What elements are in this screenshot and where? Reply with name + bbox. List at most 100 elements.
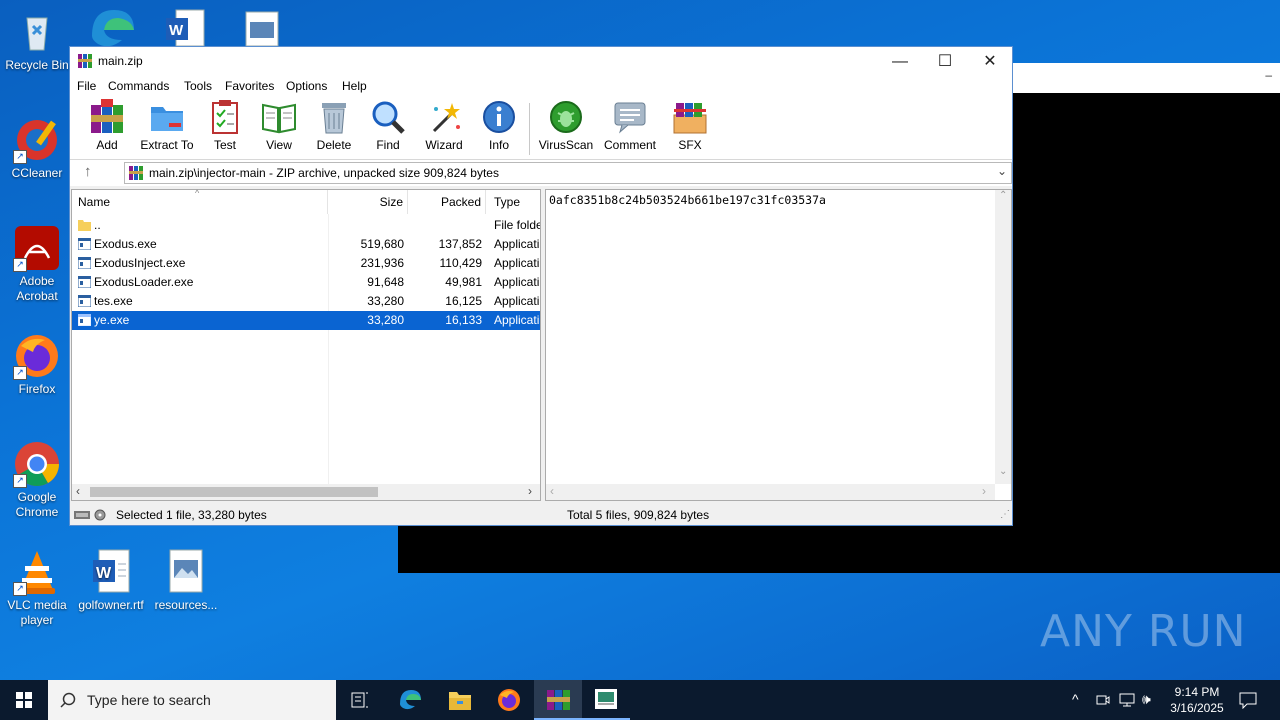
file-row-parent[interactable]: .. File folde (72, 216, 540, 235)
column-packed[interactable]: Packed (408, 190, 486, 214)
add-button[interactable]: Add (84, 99, 130, 152)
find-button[interactable]: Find (368, 99, 408, 152)
comment-button[interactable]: Comment (600, 99, 660, 152)
menu-help[interactable]: Help (342, 79, 367, 93)
desktop-icon-golfowner[interactable]: W golfowner.rtf (75, 548, 147, 613)
delete-icon (316, 99, 352, 135)
task-view-icon (351, 692, 368, 708)
file-type: Applicati (494, 294, 540, 308)
test-button[interactable]: Test (204, 99, 246, 152)
minimize-icon[interactable]: – (1265, 68, 1272, 82)
scrollbar-thumb[interactable] (90, 487, 378, 497)
column-type[interactable]: Type (486, 190, 540, 214)
edge-icon (400, 690, 421, 710)
minimize-button[interactable]: — (877, 47, 923, 77)
desktop-icon-google-chrome[interactable]: ↗ Google Chrome (1, 440, 73, 520)
search-icon (60, 692, 76, 708)
edge-taskbar-button[interactable] (386, 680, 434, 720)
google-chrome-icon: ↗ (13, 440, 61, 488)
file-row[interactable]: ExodusLoader.exe 91,648 49,981 Applicati (72, 273, 540, 292)
title-bar[interactable]: main.zip — ☐ ✕ (70, 47, 1012, 77)
path-combobox[interactable]: main.zip\injector-main - ZIP archive, un… (124, 162, 1012, 184)
ccleaner-icon: ↗ (13, 116, 61, 164)
file-row[interactable]: Exodus.exe 519,680 137,852 Applicati (72, 235, 540, 254)
taskbar-search-box[interactable]: Type here to search (48, 680, 336, 720)
column-size[interactable]: Size (328, 190, 408, 214)
file-explorer-taskbar-button[interactable] (436, 680, 484, 720)
comment-label: Comment (603, 138, 656, 152)
wizard-button[interactable]: Wizard (422, 99, 466, 152)
winrar-taskbar-button[interactable] (534, 680, 582, 720)
toolbar: Add Extract To Test View Delete Find Wiz… (70, 97, 1012, 159)
task-view-button[interactable] (336, 680, 384, 720)
file-packed: 137,852 (438, 237, 482, 251)
virusscan-button[interactable]: VirusScan (538, 99, 594, 152)
menu-favorites[interactable]: Favorites (225, 79, 274, 93)
folder-icon (449, 692, 471, 710)
file-row-selected[interactable]: ye.exe 33,280 16,133 Applicati (72, 311, 540, 330)
file-packed: 16,133 (445, 313, 482, 327)
winrar-window[interactable]: main.zip — ☐ ✕ File Commands Tools Favor… (69, 46, 1013, 526)
menu-tools[interactable]: Tools (184, 79, 212, 93)
scroll-up-icon[interactable]: ⌃ (999, 190, 1007, 201)
image-desktop-icon[interactable] (244, 10, 280, 47)
maximize-button[interactable]: ☐ (922, 47, 968, 77)
archive-comment-pane[interactable]: 0afc8351b8c24b503524b661be197c31fc03537a… (545, 189, 1012, 501)
desktop-icon-label: Google Chrome (15, 490, 59, 519)
scroll-left-icon[interactable]: ‹ (550, 484, 554, 498)
word-desktop-icon[interactable]: W (164, 8, 208, 47)
edge-desktop-icon[interactable] (88, 6, 136, 47)
start-button[interactable] (0, 680, 48, 720)
firefox-taskbar-button[interactable] (485, 680, 533, 720)
chevron-down-icon[interactable]: ⌄ (997, 164, 1007, 178)
view-button[interactable]: View (256, 99, 302, 152)
scroll-left-icon[interactable]: ‹ (76, 484, 80, 498)
winrar-icon (547, 690, 570, 710)
status-bar: Selected 1 file, 33,280 bytes Total 5 fi… (70, 505, 1012, 525)
show-hidden-icons-icon[interactable]: ^ (1072, 691, 1079, 707)
close-button[interactable]: ✕ (967, 47, 1013, 77)
extract-to-button[interactable]: Extract To (138, 99, 196, 152)
file-row[interactable]: tes.exe 33,280 16,125 Applicati (72, 292, 540, 311)
up-arrow-icon[interactable]: ↑ (84, 163, 92, 180)
volume-icon[interactable]: 🕪 (1142, 691, 1151, 708)
meet-now-icon[interactable] (1096, 693, 1110, 707)
shortcut-arrow-icon: ↗ (13, 150, 27, 164)
sfx-button[interactable]: SFX (668, 99, 712, 152)
file-name: ExodusLoader.exe (94, 275, 194, 289)
notifications-icon[interactable] (1239, 691, 1257, 709)
scroll-down-icon[interactable]: ⌄ (999, 466, 1007, 477)
resize-grip-icon[interactable]: ⋰ (1000, 509, 1010, 520)
recycle-bin-icon (13, 8, 61, 56)
toolbar-separator (529, 103, 530, 155)
delete-button[interactable]: Delete (312, 99, 356, 152)
archive-icon (129, 166, 143, 180)
column-name[interactable]: Name ^ (72, 188, 328, 214)
file-type: Applicati (494, 256, 540, 270)
menu-commands[interactable]: Commands (108, 79, 169, 93)
file-row[interactable]: ExodusInject.exe 231,936 110,429 Applica… (72, 254, 540, 273)
horizontal-scrollbar[interactable]: ‹ › (72, 484, 540, 500)
menu-file[interactable]: File (77, 79, 96, 93)
archive-path: main.zip\injector-main - ZIP archive, un… (149, 166, 499, 180)
vertical-scrollbar[interactable]: ⌃ ⌄ (995, 190, 1011, 484)
extract-to-icon (149, 99, 185, 135)
file-list[interactable]: Name ^ Size Packed Type .. File folde Ex… (71, 188, 541, 501)
network-icon[interactable] (1119, 693, 1135, 707)
desktop-icon-resources[interactable]: resources... (150, 548, 222, 613)
info-button[interactable]: Info (480, 99, 518, 152)
desktop-icon-firefox[interactable]: ↗ Firefox (1, 332, 73, 397)
scroll-right-icon[interactable]: › (982, 484, 986, 498)
image-viewer-taskbar-button[interactable] (582, 680, 630, 720)
file-type: Applicati (494, 313, 540, 327)
clock[interactable]: 9:14 PM 3/16/2025 (1166, 684, 1228, 716)
scroll-right-icon[interactable]: › (528, 484, 532, 498)
view-label: View (266, 138, 292, 152)
comment-horizontal-scrollbar[interactable]: ‹ › (546, 484, 995, 500)
desktop-icon-ccleaner[interactable]: ↗ CCleaner (1, 116, 73, 181)
desktop-icon-vlc[interactable]: ↗ VLC media player (1, 548, 73, 628)
desktop-icon-adobe-acrobat[interactable]: ↗ Adobe Acrobat (1, 224, 73, 304)
menu-options[interactable]: Options (286, 79, 327, 93)
find-label: Find (376, 138, 400, 152)
desktop-icon-recycle-bin[interactable]: Recycle Bin (1, 8, 73, 73)
